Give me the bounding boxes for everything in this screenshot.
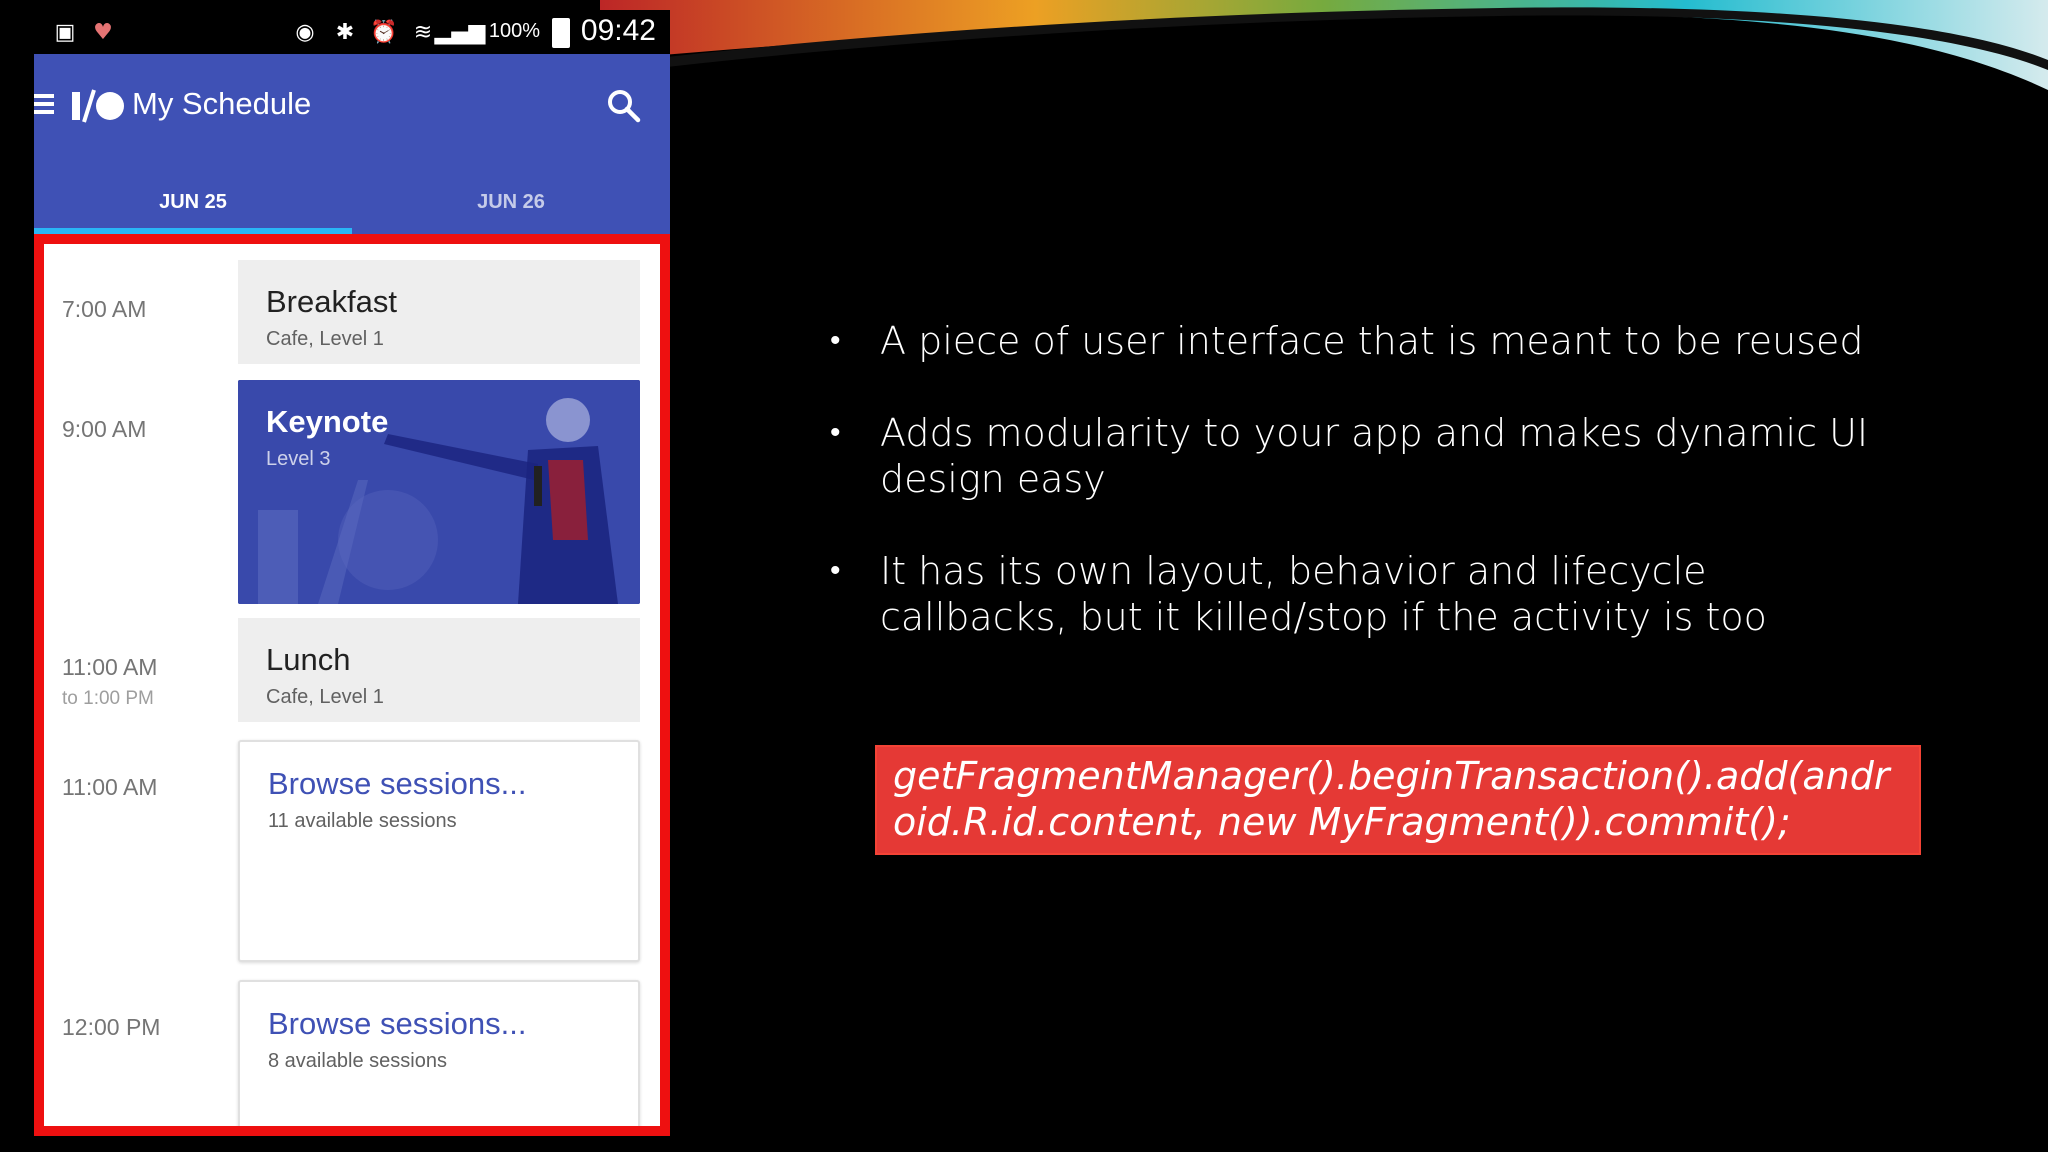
time-end-label: to 1:00 PM — [62, 688, 154, 709]
bullet-text: Adds modularity to your app and makes dy… — [880, 411, 1869, 501]
time-label: 12:00 PM — [62, 1014, 161, 1040]
tab-jun-26[interactable]: JUN 26 — [352, 170, 670, 234]
bullet-dot: • — [830, 323, 841, 358]
card-subtitle: 11 available sessions — [268, 810, 457, 832]
tab-label: JUN 25 — [159, 191, 227, 213]
card-title: Lunch — [266, 642, 351, 677]
bullet-dot: • — [830, 415, 841, 450]
tab-label: JUN 26 — [477, 191, 545, 213]
card-subtitle: 8 available sessions — [268, 1050, 447, 1072]
eye-icon: ◉ — [295, 19, 315, 45]
schedule-card-lunch[interactable]: Lunch Cafe, Level 1 — [238, 618, 640, 722]
alarm-icon: ⏰ — [370, 19, 398, 45]
time-label: 7:00 AM — [62, 296, 147, 322]
schedule-card-keynote[interactable]: Keynote Level 3 — [238, 380, 640, 604]
notification-icon: ▣ — [54, 19, 76, 45]
card-title: Breakfast — [266, 284, 397, 319]
time-label: 9:00 AM — [62, 416, 147, 442]
tab-jun-25[interactable]: JUN 25 — [34, 170, 352, 234]
status-clock: 09:42 — [580, 14, 656, 47]
search-icon[interactable] — [606, 88, 642, 124]
card-title: Browse sessions... — [268, 766, 527, 801]
schedule-card-browse-sessions[interactable]: Browse sessions... 8 available sessions — [238, 980, 640, 1136]
time-label: 11:00 AM — [62, 774, 158, 800]
signal-icon: ▂▄▆ — [434, 19, 486, 45]
menu-icon[interactable] — [34, 94, 54, 118]
schedule-list: 7:00 AM Breakfast Cafe, Level 1 9:00 AM … — [34, 234, 670, 1136]
code-snippet: getFragmentManager().beginTransaction().… — [893, 754, 1890, 844]
bullet-item: • A piece of user interface that is meant… — [830, 318, 1890, 364]
schedule-card-browse-sessions[interactable]: Browse sessions... 11 available sessions — [238, 740, 640, 962]
card-subtitle: Cafe, Level 1 — [266, 328, 384, 350]
status-bar: ▣ ♥ ◉ ✱ ⏰ ≋ ▂▄▆ 100% 09:42 — [34, 10, 670, 54]
wifi-icon: ≋ — [413, 19, 433, 45]
time-label: 11:00 AM — [62, 654, 158, 680]
schedule-card-breakfast[interactable]: Breakfast Cafe, Level 1 — [238, 260, 640, 364]
card-title: Browse sessions... — [268, 1006, 527, 1041]
battery-percent: 100% — [488, 20, 540, 42]
card-subtitle: Cafe, Level 1 — [266, 686, 384, 708]
bluetooth-icon: ✱ — [335, 19, 355, 45]
code-snippet-box: getFragmentManager().beginTransaction().… — [875, 745, 1921, 855]
card-title: Keynote — [266, 404, 389, 439]
bullet-text: It has its own layout, behavior and life… — [880, 549, 1767, 639]
app-notification-icon: ♥ — [93, 19, 113, 45]
bullet-item: • Adds modularity to your app and makes d… — [830, 410, 1890, 502]
bullet-dot: • — [830, 553, 841, 588]
bullet-text: A piece of user interface that is meant … — [880, 319, 1864, 363]
io-logo-icon — [72, 89, 124, 123]
app-title: My Schedule — [132, 86, 312, 121]
phone-screenshot: ▣ ♥ ◉ ✱ ⏰ ≋ ▂▄▆ 100% 09:42 My Schedule J… — [34, 10, 670, 1136]
battery-icon — [552, 18, 570, 48]
card-subtitle: Level 3 — [266, 448, 331, 470]
bullet-item: • It has its own layout, behavior and lif… — [830, 548, 1890, 640]
slide-bullet-list: • A piece of user interface that is meant… — [830, 318, 1890, 686]
app-bar: My Schedule JUN 25 JUN 26 — [34, 54, 670, 234]
